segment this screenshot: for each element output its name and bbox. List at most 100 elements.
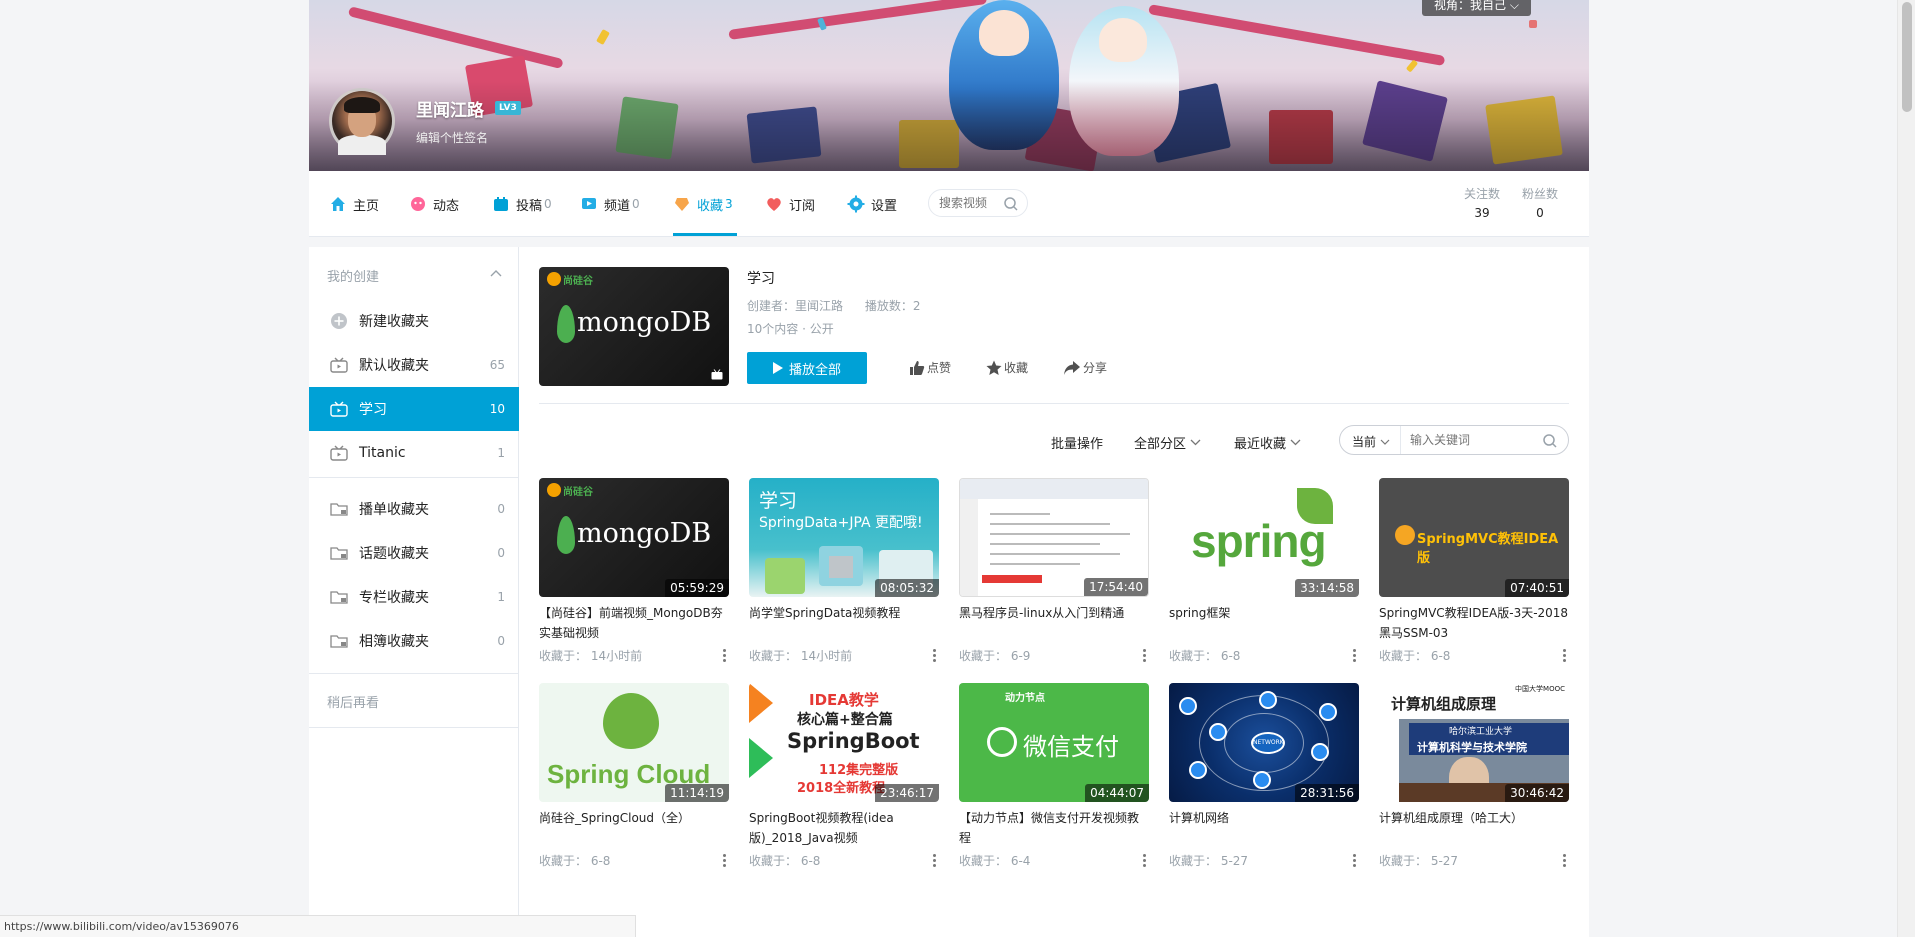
avatar-hair: [344, 97, 380, 113]
play-all-button[interactable]: 播放全部: [747, 352, 867, 384]
thumb-text: 计算机组成原理: [1391, 695, 1497, 713]
video-duration: 33:14:58: [1295, 579, 1359, 597]
watch-later-link[interactable]: 稍后再看: [327, 692, 379, 711]
video-thumbnail[interactable]: IDEA教学 核心篇+整合篇 SpringBoot 112集完整版 2018全新…: [749, 683, 939, 802]
more-options-icon[interactable]: [719, 852, 729, 868]
search-separator: [1400, 426, 1401, 454]
sidebar-divider: [309, 477, 519, 478]
video-footer: 收藏于： 6-8: [1169, 647, 1359, 663]
video-title[interactable]: 计算机组成原理（哈工大）: [1379, 808, 1569, 848]
video-title[interactable]: spring框架: [1169, 603, 1359, 643]
search-icon[interactable]: [1003, 196, 1019, 212]
video-card[interactable]: 17:54:40 黑马程序员-linux从入门到精通 收藏于： 6-9: [959, 478, 1149, 663]
view-as-dropdown[interactable]: 视角：我自己 ⌵: [1422, 0, 1531, 16]
sidebar-item-study[interactable]: 学习 10: [309, 387, 519, 431]
favorite-time: 收藏于： 6-8: [749, 854, 821, 868]
share-button[interactable]: 分享: [1063, 359, 1107, 376]
video-title[interactable]: 尚学堂SpringData视频教程: [749, 603, 939, 643]
more-options-icon[interactable]: [929, 647, 939, 663]
video-thumbnail[interactable]: 动力节点 微信支付 04:44:07: [959, 683, 1149, 802]
tab-settings[interactable]: 设置: [847, 194, 897, 214]
video-card[interactable]: 尚硅谷 mongoDB 05:59:29 【尚硅谷】前端视频_MongoDB夯实…: [539, 478, 729, 663]
more-options-icon[interactable]: [719, 647, 729, 663]
tab-favorites[interactable]: 收藏 3: [673, 194, 733, 214]
chevron-down-icon: [1380, 439, 1390, 445]
following-value: 39: [1474, 206, 1490, 220]
favorites-panel: 我的创建 新建收藏夹 默认收藏夹 65 学习 10 Titanic 1 播单收藏…: [309, 247, 1589, 937]
video-thumbnail[interactable]: NETWORK 28:31:56: [1169, 683, 1359, 802]
network-node-icon: [1259, 691, 1277, 709]
video-title[interactable]: 尚硅谷_SpringCloud（全）: [539, 808, 729, 848]
video-thumbnail[interactable]: SpringMVC教程IDEA版 07:40:51: [1379, 478, 1569, 597]
brand-text: 尚硅谷: [563, 487, 593, 498]
folder-cover[interactable]: 尚硅谷 mongoDB: [539, 267, 729, 386]
video-thumbnail[interactable]: 中国大学MOOC 计算机组成原理 哈尔滨工业大学 计算机科学与技术学院 30:4…: [1379, 683, 1569, 802]
favorite-time: 收藏于： 14小时前: [749, 649, 853, 663]
followers-label: 粉丝数: [1521, 187, 1558, 201]
video-card[interactable]: Spring Cloud 11:14:19 尚硅谷_SpringCloud（全）…: [539, 683, 729, 868]
sidebar-item-default-folder[interactable]: 默认收藏夹 65: [309, 343, 519, 387]
video-thumbnail[interactable]: 17:54:40: [959, 478, 1149, 597]
followers-stat[interactable]: 粉丝数 0: [1515, 185, 1565, 220]
sidebar-item-topic-folders[interactable]: 话题收藏夹 0: [309, 531, 519, 575]
video-search-input[interactable]: [929, 190, 1001, 216]
scrollbar-thumb[interactable]: [1902, 2, 1912, 112]
sidebar-item-album-folders[interactable]: 相簿收藏夹 0: [309, 619, 519, 663]
video-title[interactable]: 计算机网络: [1169, 808, 1359, 848]
avatar[interactable]: [329, 88, 395, 155]
tab-subscriptions[interactable]: 订阅: [765, 194, 815, 214]
video-thumbnail[interactable]: 学习 SpringData+JPA 更配哦! 08:05:32: [749, 478, 939, 597]
video-title[interactable]: 黑马程序员-linux从入门到精通: [959, 603, 1149, 643]
new-folder-button[interactable]: 新建收藏夹: [309, 299, 519, 343]
video-thumbnail[interactable]: spring 33:14:58: [1169, 478, 1359, 597]
video-card[interactable]: 动力节点 微信支付 04:44:07 【动力节点】微信支付开发视频教程 收藏于：…: [959, 683, 1149, 868]
partition-dropdown[interactable]: 全部分区: [1134, 433, 1201, 452]
more-options-icon[interactable]: [929, 852, 939, 868]
more-options-icon[interactable]: [1349, 852, 1359, 868]
chevron-up-icon[interactable]: [490, 269, 502, 277]
sidebar-item-titanic[interactable]: Titanic 1: [309, 431, 519, 475]
like-button[interactable]: 点赞: [909, 359, 951, 376]
search-icon[interactable]: [1542, 433, 1558, 449]
video-thumbnail[interactable]: 尚硅谷 mongoDB 05:59:29: [539, 478, 729, 597]
video-duration: 30:46:42: [1505, 784, 1569, 802]
video-card[interactable]: NETWORK 28:31:56 计算机网络 收藏于： 5-27: [1169, 683, 1359, 868]
sidebar-item-label: 学习: [359, 402, 387, 418]
tab-upload[interactable]: 投稿 0: [492, 194, 552, 214]
video-duration: 11:14:19: [665, 784, 729, 802]
batch-operation-button[interactable]: 批量操作: [1051, 433, 1103, 452]
sidebar-item-column-folders[interactable]: 专栏收藏夹 1: [309, 575, 519, 619]
sidebar-item-playlist-folders[interactable]: 播单收藏夹 0: [309, 487, 519, 531]
more-options-icon[interactable]: [1139, 852, 1149, 868]
tab-dynamic[interactable]: 动态: [409, 194, 459, 214]
keyword-search-input[interactable]: [1410, 428, 1530, 452]
collect-button[interactable]: 收藏: [986, 359, 1028, 376]
video-thumbnail[interactable]: Spring Cloud 11:14:19: [539, 683, 729, 802]
video-card[interactable]: 学习 SpringData+JPA 更配哦! 08:05:32 尚学堂Sprin…: [749, 478, 939, 663]
tab-home[interactable]: 主页: [329, 194, 379, 214]
search-scope-dropdown[interactable]: 当前: [1352, 433, 1390, 450]
sidebar-item-count: 0: [497, 634, 505, 648]
video-title[interactable]: SpringMVC教程IDEA版-3天-2018黑马SSM-03: [1379, 603, 1569, 643]
video-card[interactable]: spring 33:14:58 spring框架 收藏于： 6-8: [1169, 478, 1359, 663]
banner-ribbon: [347, 6, 564, 70]
thumb-text: 计算机科学与技术学院: [1417, 741, 1527, 754]
video-card[interactable]: IDEA教学 核心篇+整合篇 SpringBoot 112集完整版 2018全新…: [749, 683, 939, 868]
sort-dropdown[interactable]: 最近收藏: [1234, 433, 1301, 452]
more-options-icon[interactable]: [1559, 647, 1569, 663]
video-duration: 04:44:07: [1085, 784, 1149, 802]
tab-channel[interactable]: 频道 0: [580, 194, 640, 214]
sidebar-item-count: 65: [489, 358, 505, 372]
video-title[interactable]: SpringBoot视频教程(idea版)_2018_Java视频: [749, 808, 939, 848]
brand-logo: [547, 272, 561, 286]
following-stat[interactable]: 关注数 39: [1457, 185, 1507, 220]
video-card[interactable]: 中国大学MOOC 计算机组成原理 哈尔滨工业大学 计算机科学与技术学院 30:4…: [1379, 683, 1569, 868]
more-options-icon[interactable]: [1139, 647, 1149, 663]
more-options-icon[interactable]: [1559, 852, 1569, 868]
page-scrollbar[interactable]: [1897, 0, 1915, 937]
video-title[interactable]: 【尚硅谷】前端视频_MongoDB夯实基础视频: [539, 603, 729, 643]
signature-edit[interactable]: 编辑个性签名: [416, 129, 488, 146]
video-title[interactable]: 【动力节点】微信支付开发视频教程: [959, 808, 1149, 848]
more-options-icon[interactable]: [1349, 647, 1359, 663]
video-card[interactable]: SpringMVC教程IDEA版 07:40:51 SpringMVC教程IDE…: [1379, 478, 1569, 663]
